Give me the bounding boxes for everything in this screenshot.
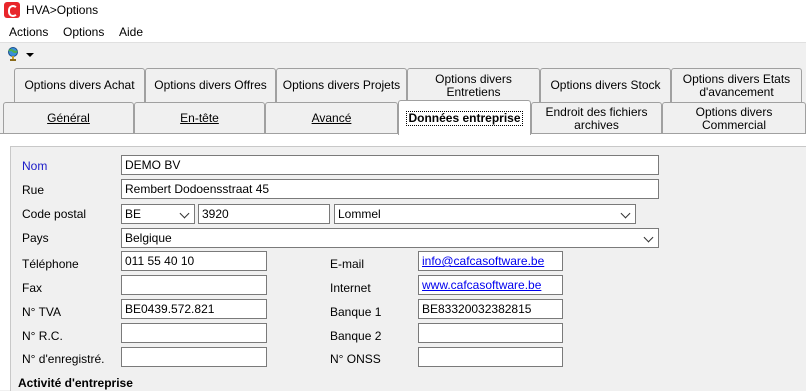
tab-en-tete[interactable]: En-tête bbox=[134, 102, 265, 134]
vat-label: N° TVA bbox=[22, 305, 62, 319]
country-label: Pays bbox=[22, 231, 49, 245]
tab-options-achat[interactable]: Options divers Achat bbox=[14, 68, 145, 102]
activity-section-title: Activité d'entreprise bbox=[18, 376, 133, 390]
street-label: Rue bbox=[22, 183, 45, 197]
tab-options-entretiens[interactable]: Options divers Entretiens bbox=[407, 68, 540, 102]
registration-field[interactable] bbox=[121, 347, 267, 367]
postal-label: Code postal bbox=[22, 207, 87, 221]
title-bar: HVA>Options bbox=[0, 0, 806, 22]
toolbar bbox=[0, 43, 806, 65]
street-field[interactable]: Rembert Dodoensstraat 45 bbox=[121, 179, 659, 199]
rc-label: N° R.C. bbox=[22, 329, 63, 343]
bank2-field[interactable] bbox=[418, 323, 563, 343]
onss-field[interactable] bbox=[418, 347, 563, 367]
country-code-select[interactable]: BE bbox=[121, 204, 195, 224]
tab-options-etats-avancement[interactable]: Options divers Etats d'avancement bbox=[671, 68, 802, 102]
chevron-down-icon bbox=[643, 232, 654, 243]
name-label: Nom bbox=[22, 159, 48, 173]
fax-field[interactable] bbox=[121, 275, 267, 295]
globe-pin-icon[interactable] bbox=[6, 47, 20, 61]
email-label: E-mail bbox=[330, 257, 365, 271]
email-field[interactable]: info@cafcasoftware.be bbox=[418, 251, 563, 271]
tab-avance[interactable]: Avancé bbox=[265, 102, 398, 134]
bank1-field[interactable]: BE83320032382815 bbox=[418, 299, 563, 319]
registration-label: N° d'enregistré. bbox=[22, 352, 105, 366]
phone-label: Téléphone bbox=[22, 257, 79, 271]
phone-field[interactable]: 011 55 40 10 bbox=[121, 251, 267, 271]
tab-options-offres[interactable]: Options divers Offres bbox=[145, 68, 276, 102]
rc-field[interactable] bbox=[121, 323, 267, 343]
chevron-down-icon bbox=[620, 208, 631, 219]
tab-options-commercial[interactable]: Options divers Commercial bbox=[662, 102, 806, 134]
bank1-label: Banque 1 bbox=[330, 305, 382, 319]
internet-field[interactable]: www.cafcasoftware.be bbox=[418, 275, 563, 295]
menu-options[interactable]: Options bbox=[63, 25, 104, 39]
internet-label: Internet bbox=[330, 281, 371, 295]
name-field[interactable]: DEMO BV bbox=[121, 155, 659, 175]
fax-label: Fax bbox=[22, 281, 43, 295]
onss-label: N° ONSS bbox=[330, 352, 381, 366]
menu-actions[interactable]: Actions bbox=[9, 25, 48, 39]
tab-endroit-fichiers-archives[interactable]: Endroit des fichiers archives bbox=[531, 102, 662, 134]
tab-options-projets[interactable]: Options divers Projets bbox=[276, 68, 407, 102]
menu-aide[interactable]: Aide bbox=[119, 25, 143, 39]
city-select[interactable]: Lommel bbox=[334, 204, 636, 224]
toolbar-dropdown-arrow-icon[interactable] bbox=[26, 53, 34, 57]
window-title: HVA>Options bbox=[26, 3, 99, 17]
tab-general[interactable]: Général bbox=[3, 102, 134, 134]
menu-bar: Actions Options Aide bbox=[0, 22, 806, 43]
app-logo-icon bbox=[4, 2, 20, 18]
vat-field[interactable]: BE0439.572.821 bbox=[121, 299, 267, 319]
tab-donnees-entreprise[interactable]: Données entreprise bbox=[398, 100, 531, 135]
bank2-label: Banque 2 bbox=[330, 329, 382, 343]
postal-code-field[interactable]: 3920 bbox=[198, 204, 330, 224]
tab-options-stock[interactable]: Options divers Stock bbox=[540, 68, 671, 102]
country-select[interactable]: Belgique bbox=[121, 228, 659, 248]
chevron-down-icon bbox=[179, 208, 190, 219]
